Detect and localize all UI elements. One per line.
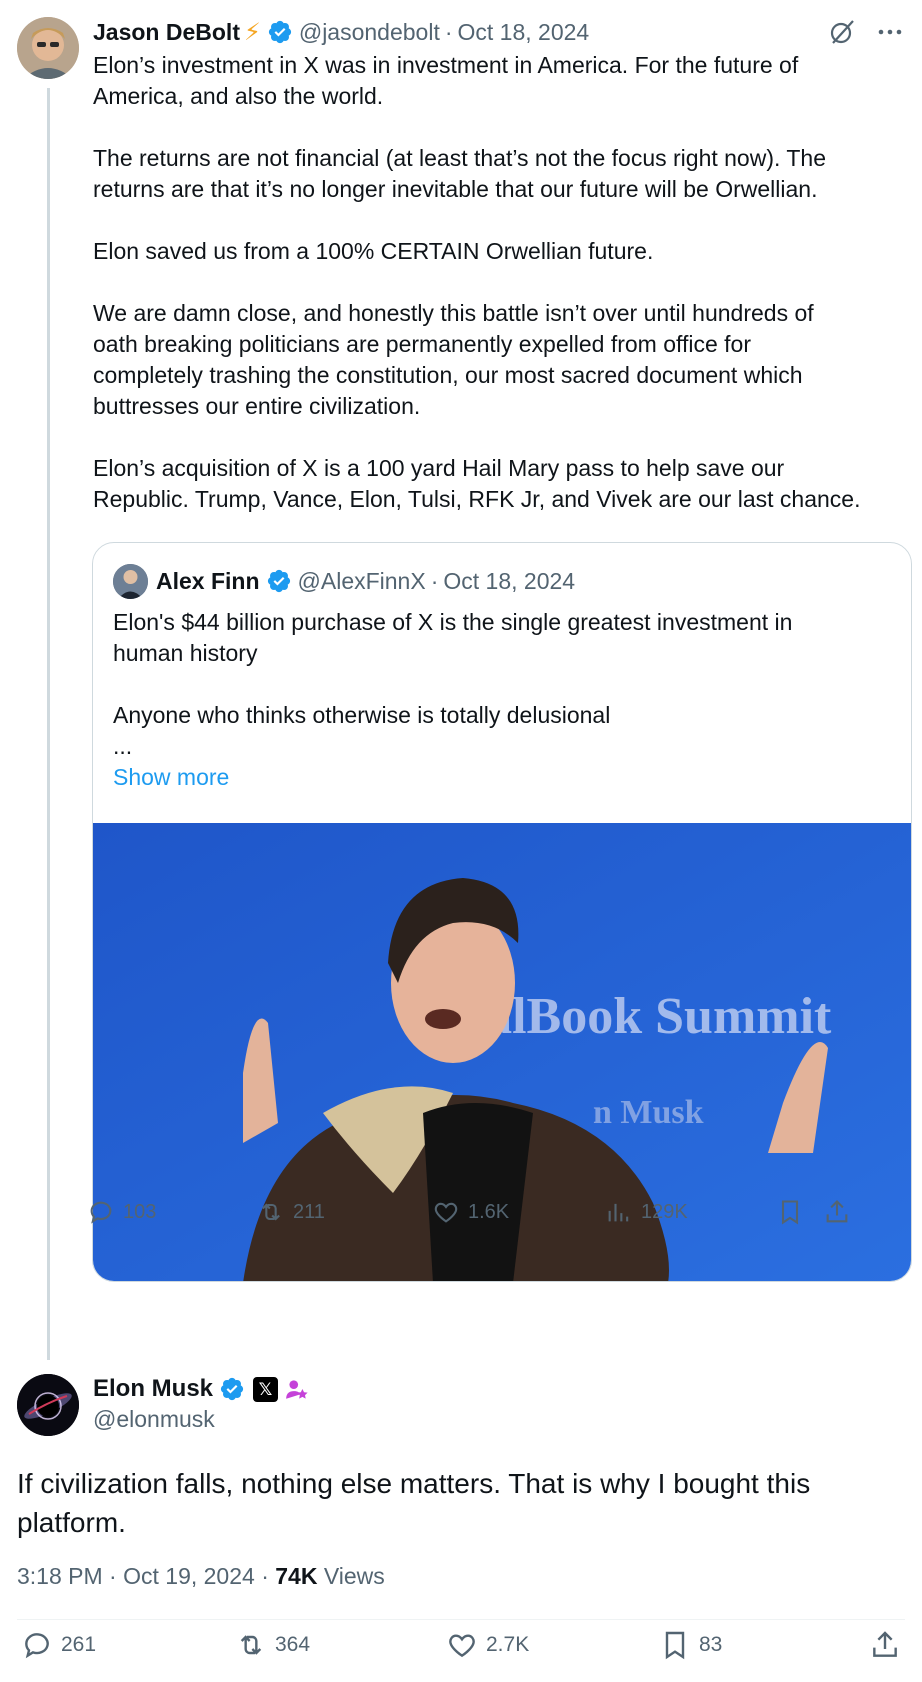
reply-icon: [25, 1633, 49, 1659]
quote-line: Elon's $44 billion purchase of X is the …: [113, 609, 793, 635]
quote-line: human history: [113, 640, 258, 666]
like-button[interactable]: 1.6K: [432, 1198, 509, 1226]
verified-icon: [267, 569, 290, 593]
more-icon[interactable]: [876, 18, 904, 46]
parent-paragraph: We are damn close, and honestly this bat…: [93, 300, 814, 419]
parent-handle[interactable]: @jasondebolt: [299, 19, 440, 46]
quote-avatar[interactable]: [113, 563, 148, 599]
show-more-link[interactable]: Show more: [113, 762, 893, 793]
repost-button[interactable]: 211: [257, 1198, 325, 1226]
quote-ellipsis: ...: [113, 733, 133, 759]
parent-paragraph: Elon saved us from a 100% CERTAIN Orwell…: [93, 238, 654, 264]
parent-paragraph: Elon’s acquisition of X is a 100 yard Ha…: [93, 455, 861, 512]
tweet-date[interactable]: Oct 19, 2024: [123, 1563, 255, 1589]
bookmark-button[interactable]: [776, 1198, 804, 1226]
image-banner-text: ealBook Summit: [463, 988, 832, 1045]
main-text-line: platform.: [17, 1507, 126, 1538]
repost-button[interactable]: 364: [235, 1629, 310, 1661]
views-count: 129K: [641, 1200, 688, 1223]
parent-avatar[interactable]: [17, 17, 79, 79]
verified-icon: [268, 20, 291, 44]
separator: ·: [444, 18, 453, 45]
reply-button[interactable]: 103: [87, 1198, 156, 1226]
repost-count: 364: [275, 1633, 311, 1656]
quote-date[interactable]: Oct 18, 2024: [443, 568, 575, 595]
parent-text: Elon’s investment in X was in investment…: [93, 50, 903, 546]
separator: ·: [261, 1563, 269, 1589]
share-button[interactable]: [869, 1629, 901, 1661]
main-tweet-text: If civilization falls, nothing else matt…: [17, 1464, 897, 1542]
bookmark-icon: [781, 1200, 799, 1225]
main-author-row: Elon Musk 𝕏: [93, 1372, 310, 1406]
quoted-tweet[interactable]: Alex Finn @AlexFinnX · Oct 18, 2024 Elon…: [92, 542, 912, 1282]
image-banner-subtext: n Musk: [593, 1094, 704, 1131]
thread-line: [47, 88, 50, 1360]
like-icon: [449, 1634, 475, 1658]
bookmark-icon: [665, 1631, 685, 1660]
reply-count: 261: [61, 1633, 97, 1656]
repost-icon: [240, 1635, 262, 1655]
reply-icon: [90, 1201, 112, 1224]
share-icon: [873, 1631, 897, 1657]
like-icon: [434, 1202, 458, 1223]
share-icon: [826, 1200, 848, 1223]
affiliate-icon[interactable]: [284, 1376, 310, 1402]
quote-header: Alex Finn @AlexFinnX · Oct 18, 2024: [113, 563, 575, 599]
like-button[interactable]: 2.7K: [446, 1629, 529, 1661]
main-handle[interactable]: @elonmusk: [93, 1406, 215, 1433]
like-count: 2.7K: [486, 1633, 530, 1656]
parent-paragraph: The returns are not financial (at least …: [93, 145, 826, 202]
repost-count: 211: [293, 1200, 325, 1223]
tweet-meta: 3:18 PM · Oct 19, 2024 · 74K Views: [17, 1563, 385, 1590]
parent-header: Jason DeBolt ⚡ @jasondebolt · Oct 18, 20…: [93, 16, 589, 48]
repost-icon: [262, 1203, 280, 1221]
x-affiliation-badge[interactable]: 𝕏: [253, 1376, 279, 1402]
reply-count: 103: [123, 1200, 157, 1223]
bookmark-button[interactable]: 83: [659, 1629, 722, 1661]
parent-date[interactable]: Oct 18, 2024: [458, 19, 590, 46]
parent-author-name[interactable]: Jason DeBolt: [93, 19, 240, 46]
quote-author-name[interactable]: Alex Finn: [156, 568, 260, 595]
main-text-line: If civilization falls, nothing else matt…: [17, 1468, 811, 1499]
share-button[interactable]: [823, 1198, 851, 1226]
separator: ·: [109, 1563, 117, 1589]
like-count: 1.6K: [468, 1200, 510, 1223]
verified-icon: [220, 1377, 244, 1401]
quote-handle[interactable]: @AlexFinnX: [298, 568, 426, 595]
lightning-emoji: ⚡: [243, 18, 261, 46]
tweet-time[interactable]: 3:18 PM: [17, 1563, 103, 1589]
bookmark-count: 83: [699, 1633, 723, 1656]
main-avatar[interactable]: [17, 1374, 79, 1436]
grok-icon[interactable]: [828, 18, 856, 46]
separator: ·: [430, 567, 439, 594]
divider: [17, 1619, 905, 1620]
views-icon: [608, 1203, 629, 1222]
quote-text: Elon's $44 billion purchase of X is the …: [113, 607, 893, 793]
main-author-name[interactable]: Elon Musk: [93, 1375, 213, 1403]
parent-paragraph: Elon’s investment in X was in investment…: [93, 52, 799, 109]
views-button[interactable]: 129K: [605, 1198, 688, 1226]
views-total: 74K: [275, 1563, 318, 1589]
quote-line: Anyone who thinks otherwise is totally d…: [113, 702, 611, 728]
reply-button[interactable]: 261: [21, 1629, 96, 1661]
views-label: Views: [323, 1563, 385, 1589]
top-icons: [828, 18, 904, 46]
